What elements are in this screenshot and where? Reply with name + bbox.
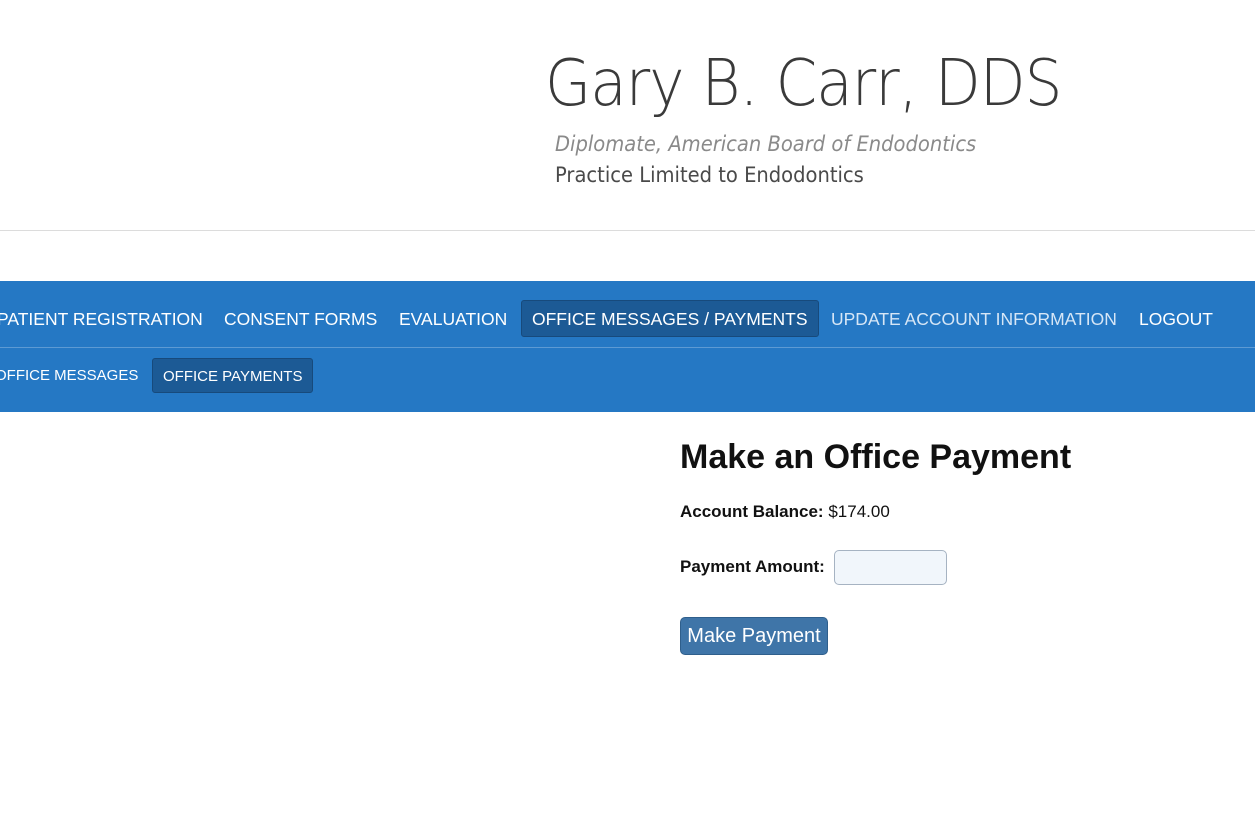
- payment-amount-label: Payment Amount:: [680, 557, 825, 576]
- nav-logout[interactable]: LOGOUT: [1139, 301, 1213, 338]
- nav-consent-forms[interactable]: CONSENT FORMS: [224, 301, 377, 338]
- account-balance-row: Account Balance: $174.00: [680, 501, 890, 523]
- practice-logo[interactable]: Gary B. Carr, DDS Diplomate, American Bo…: [545, 46, 1065, 196]
- nav-patient-registration[interactable]: PATIENT REGISTRATION: [0, 301, 203, 338]
- secondary-nav-row: OFFICE MESSAGES OFFICE PAYMENTS: [0, 348, 1255, 412]
- primary-nav-row: PATIENT REGISTRATION CONSENT FORMS EVALU…: [0, 281, 1255, 348]
- main-navigation: PATIENT REGISTRATION CONSENT FORMS EVALU…: [0, 281, 1255, 412]
- logo-subtitle-practice: Practice Limited to Endodontics: [555, 163, 864, 187]
- site-header: Gary B. Carr, DDS Diplomate, American Bo…: [0, 0, 1255, 231]
- account-balance-label: Account Balance:: [680, 502, 824, 521]
- nav-evaluation[interactable]: EVALUATION: [399, 301, 507, 338]
- nav-office-messages-payments[interactable]: OFFICE MESSAGES / PAYMENTS: [521, 300, 819, 337]
- logo-title: Gary B. Carr, DDS: [545, 47, 1062, 121]
- page: Gary B. Carr, DDS Diplomate, American Bo…: [0, 0, 1255, 825]
- subnav-office-payments[interactable]: OFFICE PAYMENTS: [152, 358, 314, 393]
- payment-amount-input[interactable]: [834, 550, 947, 585]
- account-balance-value: $174.00: [828, 502, 890, 521]
- logo-subtitle-diplomate: Diplomate, American Board of Endodontics: [555, 132, 977, 156]
- make-payment-button[interactable]: Make Payment: [680, 617, 828, 655]
- subnav-office-messages[interactable]: OFFICE MESSAGES: [0, 358, 138, 393]
- page-title: Make an Office Payment: [680, 438, 1072, 476]
- nav-update-account-information[interactable]: UPDATE ACCOUNT INFORMATION: [831, 301, 1117, 338]
